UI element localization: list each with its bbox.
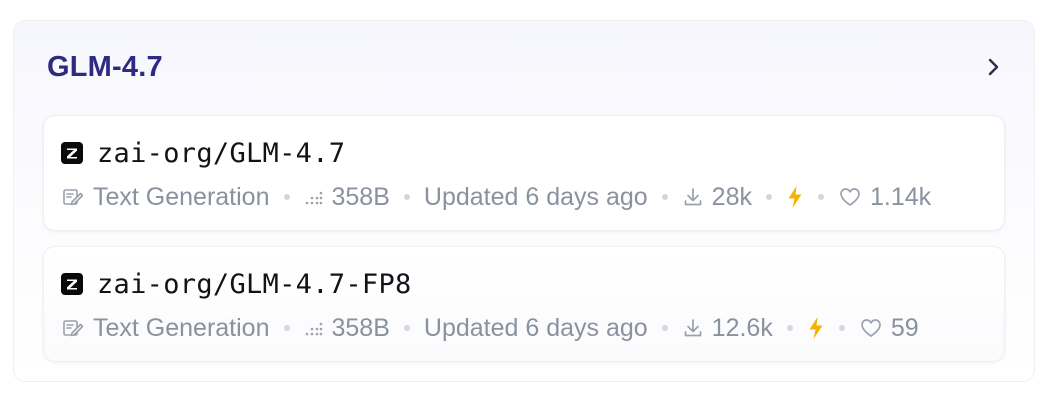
params-value: 358B	[331, 313, 390, 342]
collection-header: GLM-4.7	[47, 47, 1004, 87]
separator-dot	[817, 194, 824, 200]
lightning-icon	[786, 185, 804, 209]
separator-dot	[403, 325, 410, 331]
lightning-icon	[807, 316, 825, 340]
model-name[interactable]: zai-org/GLM-4.7	[97, 138, 345, 169]
separator-dot	[838, 325, 845, 331]
downloads-count: 28k	[711, 182, 752, 211]
separator-dot	[283, 194, 290, 200]
downloads-count: 12.6k	[711, 313, 773, 342]
parameters-icon	[304, 187, 324, 207]
heart-icon[interactable]	[859, 317, 883, 339]
params-value: 358B	[331, 182, 390, 211]
separator-dot	[661, 325, 668, 331]
model-card[interactable]: zai-org/GLM-4.7-FP8 Text Generation 358B…	[43, 246, 1005, 362]
updated-label: Updated 6 days ago	[423, 313, 648, 342]
separator-dot	[283, 325, 290, 331]
model-name-row: zai-org/GLM-4.7-FP8	[61, 267, 412, 301]
download-icon	[682, 186, 704, 208]
task-label: Text Generation	[93, 182, 270, 211]
chevron-right-icon[interactable]	[982, 56, 1004, 78]
collection-title[interactable]: GLM-4.7	[47, 51, 163, 84]
likes-count: 1.14k	[869, 182, 932, 211]
model-name[interactable]: zai-org/GLM-4.7-FP8	[97, 269, 412, 300]
separator-dot	[765, 194, 772, 200]
updated-label: Updated 6 days ago	[423, 182, 648, 211]
likes-count: 59	[890, 313, 919, 342]
download-icon	[682, 317, 704, 339]
task-label: Text Generation	[93, 313, 270, 342]
collection-panel: GLM-4.7 zai-org/GLM-4.7 Text Generation …	[13, 20, 1035, 382]
separator-dot	[403, 194, 410, 200]
separator-dot	[661, 194, 668, 200]
heart-icon[interactable]	[838, 186, 862, 208]
model-meta: Text Generation 358B Updated 6 days ago	[61, 311, 919, 345]
separator-dot	[786, 325, 793, 331]
zai-logo-icon	[61, 142, 83, 164]
text-generation-icon	[61, 316, 85, 340]
parameters-icon	[304, 318, 324, 338]
model-card[interactable]: zai-org/GLM-4.7 Text Generation 358B Upd…	[43, 115, 1005, 231]
model-name-row: zai-org/GLM-4.7	[61, 136, 345, 170]
text-generation-icon	[61, 185, 85, 209]
zai-logo-icon	[61, 273, 83, 295]
model-meta: Text Generation 358B Updated 6 days ago	[61, 180, 931, 214]
